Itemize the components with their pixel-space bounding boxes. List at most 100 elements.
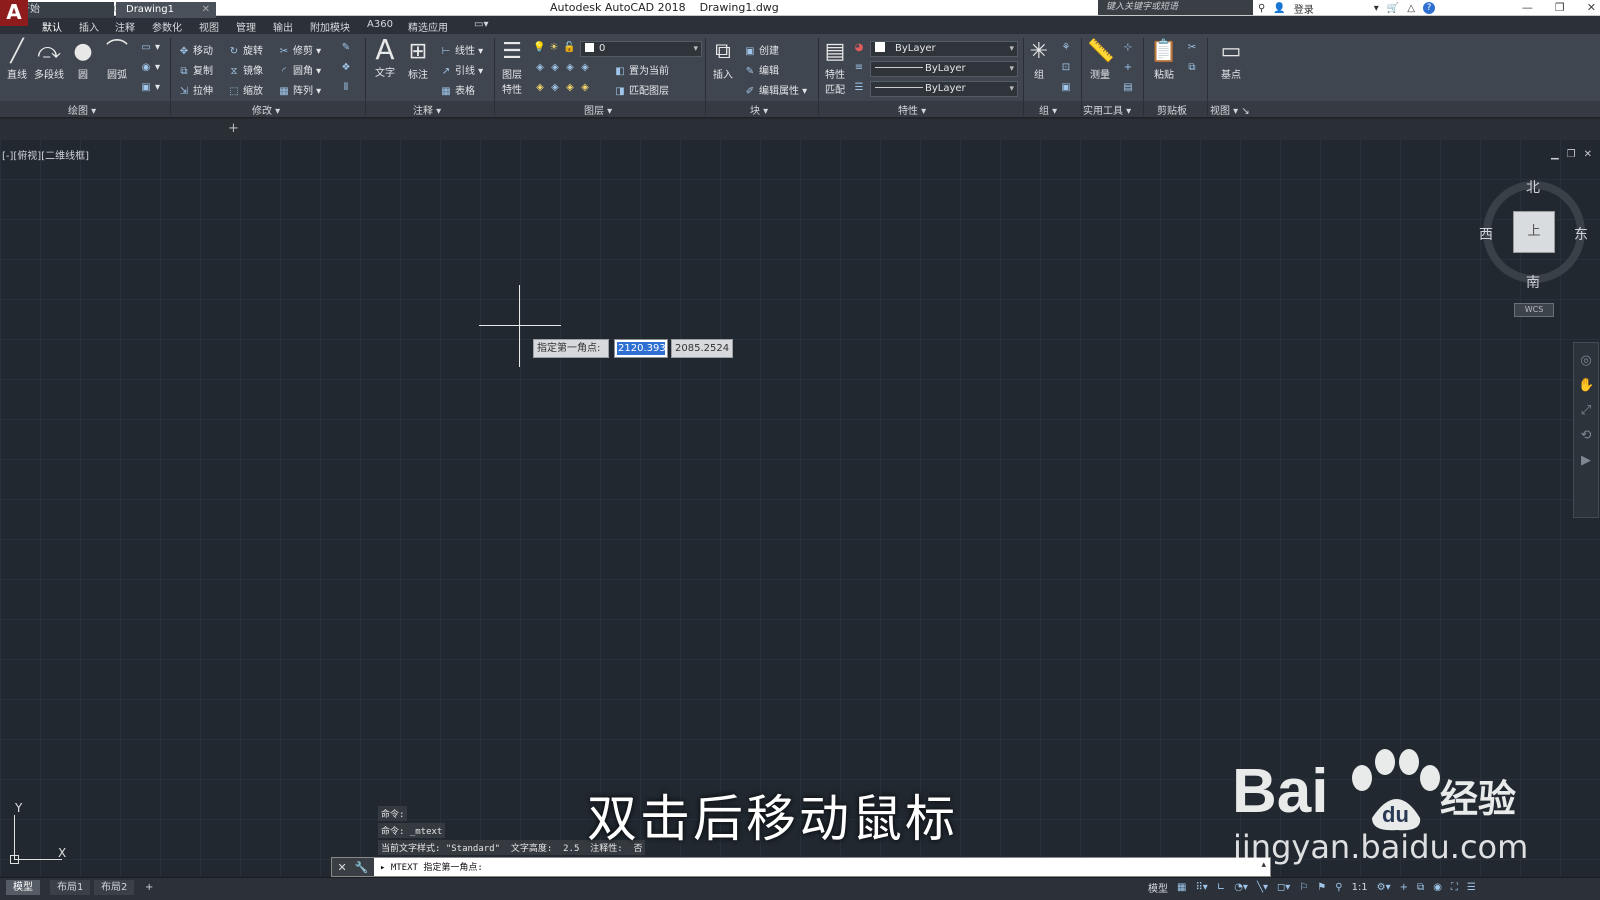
layer-dropdown[interactable]: 0: [580, 41, 702, 57]
viewcube-east[interactable]: 东: [1574, 224, 1588, 244]
add-layout-button[interactable]: +: [138, 880, 160, 895]
set-current-button[interactable]: ◧ 置为当前: [614, 62, 669, 77]
layer-tools-row-1[interactable]: ◈ ◈ ◈ ◈: [534, 62, 594, 73]
viewcube-west[interactable]: 西: [1479, 224, 1493, 244]
insert-block-button[interactable]: ⧉ 插入: [710, 40, 736, 82]
wcs-menu[interactable]: WCS: [1514, 303, 1554, 317]
dynamic-input-y-field[interactable]: 2085.2524: [671, 339, 733, 358]
viewport-restore-icon[interactable]: ❐: [1567, 149, 1576, 160]
tab-manage[interactable]: 管理: [236, 19, 256, 34]
command-recent-icon[interactable]: ▸: [380, 863, 385, 873]
calculator-button[interactable]: ▤: [1122, 82, 1137, 93]
array-button[interactable]: ▦ 阵列 ▾: [278, 82, 321, 97]
help-icon[interactable]: ?: [1422, 2, 1435, 14]
command-customize-icon[interactable]: 🔧: [355, 861, 369, 874]
tab-view[interactable]: 视图: [199, 19, 219, 34]
snap-icon[interactable]: ⠿▾: [1195, 882, 1207, 893]
tab-addins[interactable]: 附加模块: [310, 19, 350, 34]
layer-state-icons[interactable]: 💡 ☀ 🔓: [533, 42, 578, 53]
user-icon[interactable]: 👤: [1273, 3, 1285, 14]
rectangle-button[interactable]: ▭ ▾: [140, 42, 160, 53]
block-panel-title[interactable]: 块 ▾: [750, 102, 768, 117]
edit-attributes-button[interactable]: ✐ 编辑属性 ▾: [744, 82, 807, 97]
mirror-button[interactable]: ⧖ 镜像: [228, 62, 263, 77]
text-button[interactable]: A 文字: [372, 36, 398, 80]
steering-wheel-icon[interactable]: ◎: [1578, 353, 1594, 368]
layer-properties-button[interactable]: ☰ 图层 特性: [500, 40, 524, 97]
group-button[interactable]: ✳ 组: [1027, 40, 1051, 82]
linetype-icon-button[interactable]: ≡: [853, 62, 868, 73]
ortho-icon[interactable]: ∟: [1217, 882, 1225, 893]
point-button[interactable]: +: [1122, 62, 1137, 73]
close-tab-icon[interactable]: ✕: [202, 2, 210, 18]
ribbon-toggle-icon[interactable]: ▭▾: [474, 19, 488, 30]
app-menu-button[interactable]: A: [0, 0, 28, 26]
tab-featured-apps[interactable]: 精选应用: [408, 19, 448, 34]
move-button[interactable]: ✥ 移动: [178, 42, 213, 57]
erase-button[interactable]: ✎: [340, 42, 355, 53]
tab-layout1[interactable]: 布局1: [50, 880, 91, 895]
cut-button[interactable]: ✂: [1186, 42, 1201, 53]
polyline-button[interactable]: ⤼ 多段线: [32, 40, 66, 82]
paste-button[interactable]: 📋 粘贴: [1150, 40, 1178, 82]
ungroup-button[interactable]: ⚘: [1060, 42, 1075, 53]
line-button[interactable]: ╱ 直线: [4, 40, 30, 82]
table-button[interactable]: ▦ 表格: [440, 82, 475, 97]
quick-select-button[interactable]: ⊹: [1122, 42, 1137, 53]
a360-icon[interactable]: △: [1407, 3, 1415, 14]
utilities-panel-title[interactable]: 实用工具 ▾: [1083, 102, 1131, 117]
tab-insert[interactable]: 插入: [79, 19, 99, 34]
stretch-button[interactable]: ⇲ 拉伸: [178, 82, 213, 97]
restore-icon[interactable]: ❐: [1555, 0, 1565, 15]
scale-button[interactable]: ⬚ 缩放: [228, 82, 263, 97]
properties-panel-title[interactable]: 特性 ▾: [898, 102, 926, 117]
tab-output[interactable]: 输出: [273, 19, 293, 34]
new-tab-button[interactable]: +: [228, 121, 239, 136]
groups-panel-title[interactable]: 组 ▾: [1039, 102, 1057, 117]
color-dropdown[interactable]: ByLayer: [870, 41, 1018, 57]
base-view-button[interactable]: ▭ 基点: [1217, 40, 1245, 82]
rotate-button[interactable]: ↻ 旋转: [228, 42, 263, 57]
osnap-icon[interactable]: ◻▾: [1277, 882, 1290, 893]
group-select-button[interactable]: ▣: [1060, 82, 1075, 93]
customize-menu-icon[interactable]: ☰: [1467, 882, 1476, 893]
tab-model[interactable]: 模型: [6, 880, 40, 895]
isodraft-icon[interactable]: ╲▾: [1257, 882, 1268, 893]
copy-button[interactable]: ⧉ 复制: [178, 62, 213, 77]
layers-panel-title[interactable]: 图层 ▾: [584, 102, 612, 117]
viewcube-north[interactable]: 北: [1526, 177, 1540, 197]
command-line[interactable]: ✕ 🔧 ▸ MTEXT 指定第一角点: ▴: [331, 857, 1271, 877]
lineweight-dropdown[interactable]: ByLayer: [870, 81, 1018, 97]
draw-panel-title[interactable]: 绘图 ▾: [68, 102, 96, 117]
modify-panel-title[interactable]: 修改 ▾: [252, 102, 280, 117]
dynamic-input-x-field[interactable]: 2120.393: [614, 339, 668, 358]
fullscreen-icon[interactable]: ⛶: [1451, 882, 1458, 893]
cart-icon[interactable]: 🛒: [1387, 3, 1399, 14]
command-input[interactable]: ▸ MTEXT 指定第一角点:: [380, 860, 483, 873]
pan-icon[interactable]: ✋: [1578, 378, 1594, 393]
zoom-extents-icon[interactable]: ⤢: [1578, 403, 1594, 418]
copy-clip-button[interactable]: ⧉: [1186, 62, 1201, 73]
tab-a360[interactable]: A360: [367, 19, 393, 30]
group-edit-button[interactable]: ⊡: [1060, 62, 1075, 73]
match-layer-button[interactable]: ◨ 匹配图层: [614, 82, 669, 97]
fillet-button[interactable]: ◜ 圆角 ▾: [278, 62, 321, 77]
explode-button[interactable]: ❖: [340, 62, 355, 73]
polar-icon[interactable]: ◔▾: [1234, 882, 1248, 893]
showmotion-icon[interactable]: ▶: [1578, 453, 1594, 468]
dimension-button[interactable]: ⊞ 标注: [405, 40, 431, 82]
linetype-dropdown[interactable]: ByLayer: [870, 61, 1018, 77]
plus-icon[interactable]: +: [1400, 882, 1408, 893]
measure-button[interactable]: 📏 测量: [1087, 40, 1114, 82]
view-panel-title[interactable]: 视图 ▾ ↘: [1210, 102, 1250, 117]
leader-button[interactable]: ↗ 引线 ▾: [440, 62, 483, 77]
workspace-gear-icon[interactable]: ⚙▾: [1377, 882, 1391, 893]
trim-button[interactable]: ✂ 修剪 ▾: [278, 42, 321, 57]
lineweight-icon-button[interactable]: ☰: [853, 82, 868, 93]
login-dropdown-icon[interactable]: ▾: [1374, 3, 1379, 14]
arc-button[interactable]: ⌒ 圆弧: [104, 40, 130, 82]
clipboard-panel-title[interactable]: 剪贴板: [1157, 102, 1187, 117]
viewport-close-icon[interactable]: ✕: [1584, 149, 1592, 160]
annotation-panel-title[interactable]: 注释 ▾: [413, 102, 441, 117]
grid-icon[interactable]: ▦: [1177, 882, 1186, 893]
